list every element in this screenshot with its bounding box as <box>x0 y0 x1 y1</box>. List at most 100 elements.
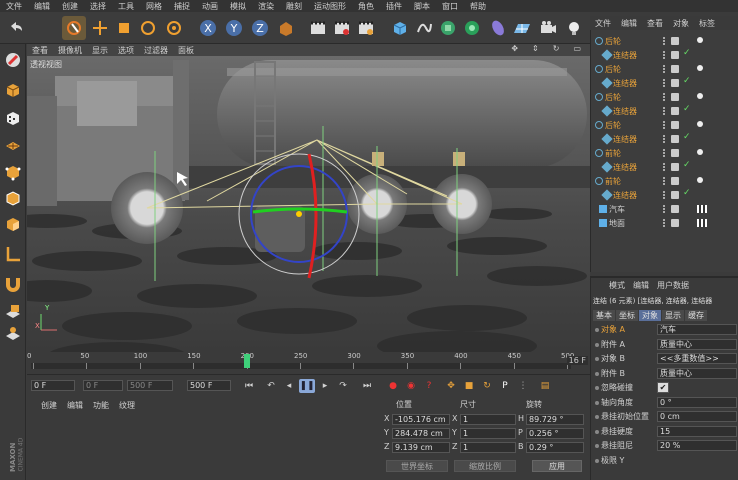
menu-item[interactable]: 模拟 <box>224 1 252 12</box>
key-param-icon[interactable]: P <box>497 379 513 393</box>
key-pla-icon[interactable]: ⋮ <box>515 379 531 393</box>
snap-magnet-icon[interactable] <box>1 272 25 296</box>
z-axis-lock-icon[interactable]: Z <box>248 16 272 40</box>
menu-item[interactable]: 角色 <box>352 1 380 12</box>
viewport-maximize-icon[interactable]: ▭ <box>568 44 586 53</box>
visibility-dots-icon[interactable] <box>663 205 667 213</box>
floor-icon[interactable] <box>510 16 534 40</box>
position-field[interactable]: 284.478 cm <box>392 428 450 439</box>
viewport-zoom-icon[interactable]: ⇕ <box>527 44 544 53</box>
record-keys-icon[interactable]: ● <box>385 379 401 393</box>
make-editable-icon[interactable] <box>1 48 25 72</box>
coord-mode-dropdown[interactable]: 世界坐标 <box>386 460 448 472</box>
lock-workplane-icon[interactable] <box>1 300 25 324</box>
object-row[interactable]: 前轮 <box>591 146 738 160</box>
visibility-dots-icon[interactable] <box>663 79 667 87</box>
menu-item[interactable]: 选择 <box>84 1 112 12</box>
viewport-menu-item[interactable]: 过滤器 <box>139 45 173 56</box>
perspective-viewport[interactable]: 透视视图 Y X <box>27 56 590 352</box>
light-icon[interactable] <box>562 16 586 40</box>
attribute-value[interactable]: 0 ° <box>657 396 737 408</box>
undo-icon[interactable] <box>4 16 28 40</box>
visibility-dots-icon[interactable] <box>663 163 667 171</box>
object-row[interactable]: 连结器 ✓ <box>591 132 738 146</box>
enable-check-icon[interactable] <box>671 79 679 87</box>
material-menu-item[interactable]: 纹理 <box>119 400 135 411</box>
object-manager-menu-item[interactable]: 查看 <box>642 18 668 29</box>
menu-item[interactable]: 动画 <box>196 1 224 12</box>
enable-check-icon[interactable] <box>671 107 679 115</box>
object-row[interactable]: 连结器 ✓ <box>591 104 738 118</box>
render-view-icon[interactable] <box>306 16 330 40</box>
menu-item[interactable]: 文件 <box>0 1 28 12</box>
visibility-dots-icon[interactable] <box>663 107 667 115</box>
attribute-value[interactable]: <<多重数值>> <box>657 353 737 364</box>
attribute-tab[interactable]: 对象 <box>639 310 661 321</box>
attribute-value[interactable]: 质量中心 <box>657 338 737 350</box>
enable-check-icon[interactable] <box>671 93 679 101</box>
attribute-tab[interactable]: 基本 <box>593 310 615 321</box>
object-row[interactable]: 地面 <box>591 216 738 230</box>
viewport-menu-item[interactable]: 摄像机 <box>53 45 87 56</box>
move-icon[interactable] <box>88 16 112 40</box>
rotation-field[interactable]: 89.729 ° <box>526 414 584 425</box>
rotate-icon[interactable] <box>136 16 160 40</box>
enable-check-icon[interactable] <box>671 121 679 129</box>
enable-check-icon[interactable] <box>671 51 679 59</box>
attribute-menu-item[interactable]: 编辑 <box>633 280 649 291</box>
key-scale-icon[interactable]: ■ <box>461 379 477 393</box>
range-start-field[interactable]: 0 F <box>83 380 123 391</box>
object-row[interactable]: 连结器 ✓ <box>591 160 738 174</box>
render-settings-icon[interactable] <box>354 16 378 40</box>
rotation-field[interactable]: 0.256 ° <box>526 428 584 439</box>
menu-item[interactable]: 工具 <box>112 1 140 12</box>
object-row[interactable]: 后轮 <box>591 34 738 48</box>
scale-icon[interactable] <box>112 16 136 40</box>
timeline-window-icon[interactable]: ▤ <box>537 379 553 393</box>
menu-item[interactable]: 帮助 <box>464 1 492 12</box>
apply-button[interactable]: 应用 <box>532 460 582 472</box>
prev-key-icon[interactable]: ↶ <box>263 379 279 393</box>
attribute-value[interactable]: 0 cm <box>657 411 737 422</box>
object-manager-menu-item[interactable]: 文件 <box>590 18 616 29</box>
enable-check-icon[interactable] <box>671 37 679 45</box>
enable-check-icon[interactable] <box>671 149 679 157</box>
attribute-value[interactable]: 汽车 <box>657 324 737 335</box>
visibility-dots-icon[interactable] <box>663 135 667 143</box>
edges-mode-icon[interactable] <box>1 186 25 210</box>
menu-item[interactable]: 窗口 <box>436 1 464 12</box>
object-manager-menu-item[interactable]: 标签 <box>694 18 720 29</box>
planar-workplane-icon[interactable] <box>1 322 25 346</box>
rotation-field[interactable]: 0.29 ° <box>526 442 584 453</box>
next-frame-icon[interactable]: ▸ <box>317 379 333 393</box>
start-frame-field[interactable]: 0 F <box>31 380 75 391</box>
enable-check-icon[interactable] <box>671 135 679 143</box>
timeline-playhead[interactable] <box>243 354 250 368</box>
visibility-dots-icon[interactable] <box>663 51 667 59</box>
menu-item[interactable]: 捕捉 <box>168 1 196 12</box>
autokey-icon[interactable]: ◉ <box>403 379 419 393</box>
range-end-field[interactable]: 500 F <box>127 380 173 391</box>
visibility-dots-icon[interactable] <box>663 191 667 199</box>
pause-icon[interactable]: ❚❚ <box>299 379 315 393</box>
visibility-dots-icon[interactable] <box>663 37 667 45</box>
next-key-icon[interactable]: ↷ <box>335 379 351 393</box>
attribute-value[interactable]: 15 <box>657 425 737 437</box>
workplane-mode-icon[interactable] <box>1 132 25 156</box>
object-manager-menu-item[interactable]: 对象 <box>668 18 694 29</box>
visibility-dots-icon[interactable] <box>663 93 667 101</box>
visibility-dots-icon[interactable] <box>663 219 667 227</box>
render-picture-viewer-icon[interactable] <box>330 16 354 40</box>
coordinate-system-icon[interactable] <box>274 16 298 40</box>
object-row[interactable]: 连结器 ✓ <box>591 48 738 62</box>
goto-end-icon[interactable]: ⏭ <box>359 379 375 393</box>
object-row[interactable]: 连结器 ✓ <box>591 76 738 90</box>
menu-item[interactable]: 运动图形 <box>308 1 352 12</box>
attribute-tab[interactable]: 显示 <box>662 310 684 321</box>
key-rotation-icon[interactable]: ↻ <box>479 379 495 393</box>
attribute-menu-item[interactable]: 用户数据 <box>657 280 689 291</box>
material-menu-item[interactable]: 功能 <box>93 400 109 411</box>
menu-item[interactable]: 插件 <box>380 1 408 12</box>
position-field[interactable]: -105.176 cm <box>392 414 450 425</box>
goto-start-icon[interactable]: ⏮ <box>241 379 257 393</box>
